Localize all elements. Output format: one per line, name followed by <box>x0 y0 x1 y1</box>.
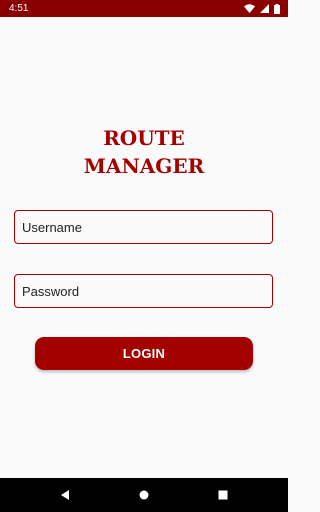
signal-icon <box>260 4 269 13</box>
home-icon[interactable] <box>136 487 152 503</box>
login-button[interactable]: LOGIN <box>35 337 253 370</box>
status-icons <box>244 3 280 14</box>
app-title-line1: ROUTE <box>103 126 185 150</box>
wifi-icon <box>244 4 255 13</box>
login-screen: 4:51 ROUTE MANAGER LO <box>0 0 288 512</box>
status-time: 4:51 <box>9 3 29 14</box>
app-title-line2: MANAGER <box>83 154 205 178</box>
recents-icon[interactable] <box>215 487 231 503</box>
app-title: ROUTE MANAGER <box>0 124 288 180</box>
back-icon[interactable] <box>57 487 73 503</box>
password-input[interactable] <box>14 274 273 308</box>
navigation-bar <box>0 478 288 512</box>
username-input[interactable] <box>14 210 273 244</box>
battery-icon <box>274 3 280 14</box>
status-bar: 4:51 <box>0 0 288 17</box>
